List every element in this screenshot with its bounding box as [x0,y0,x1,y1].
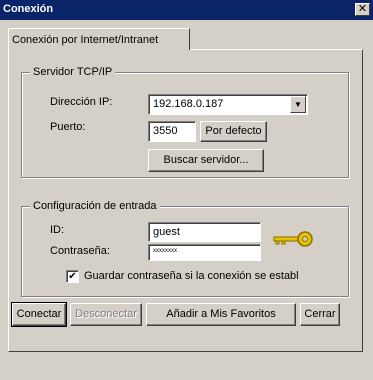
ip-address-label: Dirección IP: [50,96,113,108]
save-password-label[interactable]: Guardar contraseña si la conexión se est… [84,270,299,282]
password-value: xxxxxxxx [153,248,177,254]
password-input[interactable]: xxxxxxxx [148,244,261,261]
ip-address-value: 192.168.0.187 [153,98,224,110]
port-value: 3550 [153,125,178,137]
password-label: Contraseña: [50,245,110,257]
id-input[interactable]: guest [148,222,261,242]
port-label: Puerto: [50,121,86,133]
port-input[interactable]: 3550 [148,121,196,142]
id-value: guest [153,226,180,238]
tab-label: Conexión por Internet/Intranet [12,34,159,46]
login-config-legend: Configuración de entrada [30,200,160,212]
save-password-checkbox[interactable]: ✔ [66,270,79,283]
tab-panel: Servidor TCP/IP Dirección IP: 192.168.0.… [8,49,363,352]
disconnect-button[interactable]: Desconectar [70,303,142,326]
search-server-button[interactable]: Buscar servidor... [148,149,264,172]
ip-address-select[interactable]: 192.168.0.187 ▼ [148,94,308,115]
close-window-button[interactable]: ✕ [355,3,370,16]
close-icon: ✕ [357,3,368,15]
chevron-down-icon[interactable]: ▼ [290,96,306,113]
login-config-group: Configuración de entrada ID: guest Contr… [21,200,349,297]
tcp-server-group: Servidor TCP/IP Dirección IP: 192.168.0.… [21,66,349,178]
tab-internet-intranet[interactable]: Conexión por Internet/Intranet [8,28,190,50]
window-title: Conexión [3,3,54,15]
close-button[interactable]: Cerrar [300,303,340,326]
title-bar[interactable]: Conexión ✕ [0,0,373,20]
id-label: ID: [50,224,65,236]
tcp-server-legend: Servidor TCP/IP [30,66,116,78]
key-icon [273,231,313,247]
connection-dialog: Conexión ✕ Conexión por Internet/Intrane… [0,0,373,380]
add-favorites-button[interactable]: Añadir a Mis Favoritos [146,303,296,326]
default-port-button[interactable]: Por defecto [200,121,267,142]
connect-button[interactable]: Conectar [11,302,67,327]
